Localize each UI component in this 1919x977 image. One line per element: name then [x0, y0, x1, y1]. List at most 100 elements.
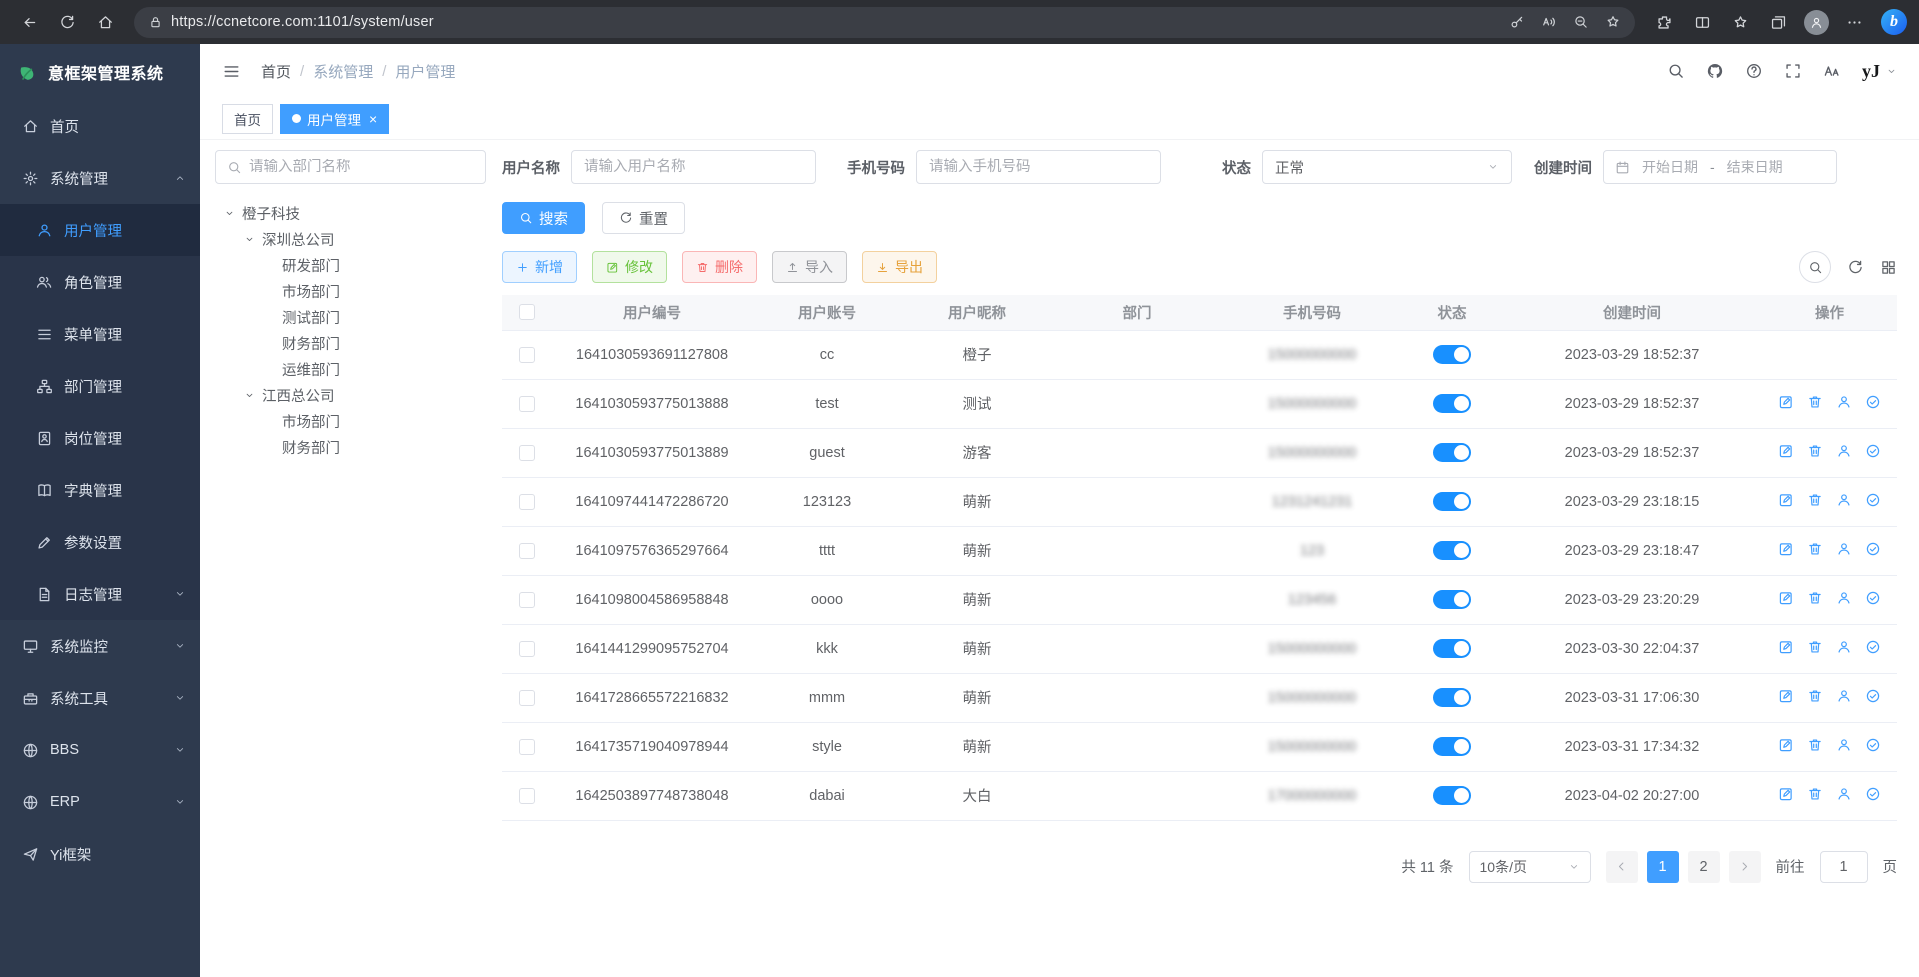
row-reset-password-button[interactable]: [1836, 394, 1852, 410]
browser-url-bar[interactable]: https://ccnetcore.com:1101/system/user: [134, 7, 1635, 38]
edit-user-button[interactable]: 修改: [592, 251, 667, 283]
url-text[interactable]: https://ccnetcore.com:1101/system/user: [171, 14, 1493, 30]
sidebar-item-erp[interactable]: ERP: [0, 776, 200, 828]
font-size-button[interactable]: [1823, 62, 1841, 80]
tree-node[interactable]: 财务部门: [215, 434, 486, 460]
zoom-out-icon[interactable]: [1573, 14, 1589, 30]
tree-node[interactable]: 江西总公司: [215, 382, 486, 408]
date-range-picker[interactable]: 开始日期 - 结束日期: [1603, 150, 1837, 184]
row-assign-role-button[interactable]: [1865, 541, 1881, 557]
export-button[interactable]: 导出: [862, 251, 937, 283]
reset-button[interactable]: 重置: [602, 202, 685, 234]
sidebar-item-param-settings[interactable]: 参数设置: [0, 516, 200, 568]
sidebar-item-menu-mgmt[interactable]: 菜单管理: [0, 308, 200, 360]
sidebar-item-dict-mgmt[interactable]: 字典管理: [0, 464, 200, 516]
row-delete-button[interactable]: [1807, 737, 1823, 753]
row-reset-password-button[interactable]: [1836, 639, 1852, 655]
row-assign-role-button[interactable]: [1865, 590, 1881, 606]
collections-button[interactable]: [1761, 5, 1795, 39]
row-reset-password-button[interactable]: [1836, 737, 1852, 753]
row-edit-button[interactable]: [1778, 492, 1794, 508]
browser-back-button[interactable]: [12, 5, 46, 39]
row-delete-button[interactable]: [1807, 443, 1823, 459]
collapse-sidebar-button[interactable]: [222, 62, 241, 81]
select-all-checkbox[interactable]: [519, 304, 535, 320]
row-edit-button[interactable]: [1778, 786, 1794, 802]
row-checkbox[interactable]: [519, 445, 535, 461]
row-checkbox[interactable]: [519, 592, 535, 608]
status-toggle[interactable]: [1433, 394, 1471, 413]
sidebar-item-bbs[interactable]: BBS: [0, 724, 200, 776]
page-button-1[interactable]: 1: [1647, 851, 1679, 883]
sidebar-item-log-mgmt[interactable]: 日志管理: [0, 568, 200, 620]
sidebar-item-system-mgmt[interactable]: 系统管理: [0, 152, 200, 204]
close-tab-icon[interactable]: ×: [369, 112, 377, 126]
caret-down-icon[interactable]: [241, 234, 257, 245]
add-user-button[interactable]: 新增: [502, 251, 577, 283]
search-button[interactable]: 搜索: [502, 202, 585, 234]
row-reset-password-button[interactable]: [1836, 443, 1852, 459]
fullscreen-button[interactable]: [1784, 62, 1802, 80]
username-input[interactable]: [571, 150, 816, 184]
row-reset-password-button[interactable]: [1836, 492, 1852, 508]
row-delete-button[interactable]: [1807, 639, 1823, 655]
tree-node[interactable]: 橙子科技: [215, 200, 486, 226]
browser-menu-button[interactable]: [1837, 5, 1871, 39]
page-size-select[interactable]: 10条/页: [1469, 851, 1591, 883]
tree-node[interactable]: 运维部门: [215, 356, 486, 382]
extensions-button[interactable]: [1647, 5, 1681, 39]
row-edit-button[interactable]: [1778, 541, 1794, 557]
caret-down-icon[interactable]: [221, 208, 237, 219]
tab-user-mgmt[interactable]: 用户管理×: [280, 104, 389, 134]
github-button[interactable]: [1706, 62, 1724, 80]
row-reset-password-button[interactable]: [1836, 541, 1852, 557]
add-favorite-icon[interactable]: [1605, 14, 1621, 30]
help-button[interactable]: [1745, 62, 1763, 80]
read-aloud-icon[interactable]: [1541, 14, 1557, 30]
password-key-icon[interactable]: [1509, 14, 1525, 30]
status-toggle[interactable]: [1433, 345, 1471, 364]
row-delete-button[interactable]: [1807, 394, 1823, 410]
status-toggle[interactable]: [1433, 786, 1471, 805]
row-delete-button[interactable]: [1807, 541, 1823, 557]
row-checkbox[interactable]: [519, 690, 535, 706]
status-toggle[interactable]: [1433, 590, 1471, 609]
tree-node[interactable]: 研发部门: [215, 252, 486, 278]
tree-node[interactable]: 深圳总公司: [215, 226, 486, 252]
row-checkbox[interactable]: [519, 494, 535, 510]
row-checkbox[interactable]: [519, 739, 535, 755]
row-delete-button[interactable]: [1807, 492, 1823, 508]
delete-user-button[interactable]: 删除: [682, 251, 757, 283]
row-assign-role-button[interactable]: [1865, 688, 1881, 704]
row-edit-button[interactable]: [1778, 639, 1794, 655]
row-edit-button[interactable]: [1778, 394, 1794, 410]
row-checkbox[interactable]: [519, 788, 535, 804]
phone-input[interactable]: [916, 150, 1161, 184]
row-checkbox[interactable]: [519, 641, 535, 657]
status-select[interactable]: 正常: [1262, 150, 1512, 184]
status-toggle[interactable]: [1433, 737, 1471, 756]
status-toggle[interactable]: [1433, 443, 1471, 462]
page-button-2[interactable]: 2: [1688, 851, 1720, 883]
row-edit-button[interactable]: [1778, 443, 1794, 459]
row-assign-role-button[interactable]: [1865, 786, 1881, 802]
row-edit-button[interactable]: [1778, 590, 1794, 606]
tab-home[interactable]: 首页: [222, 104, 273, 134]
department-search-input[interactable]: [249, 159, 474, 175]
sidebar-item-yi-framework[interactable]: Yi框架: [0, 828, 200, 880]
profile-button[interactable]: [1799, 5, 1833, 39]
row-reset-password-button[interactable]: [1836, 786, 1852, 802]
sidebar-item-system-tools[interactable]: 系统工具: [0, 672, 200, 724]
tree-node[interactable]: 测试部门: [215, 304, 486, 330]
split-screen-button[interactable]: [1685, 5, 1719, 39]
row-reset-password-button[interactable]: [1836, 688, 1852, 704]
prev-page-button[interactable]: [1606, 851, 1638, 883]
status-toggle[interactable]: [1433, 541, 1471, 560]
tree-node[interactable]: 市场部门: [215, 278, 486, 304]
sidebar-item-post-mgmt[interactable]: 岗位管理: [0, 412, 200, 464]
row-assign-role-button[interactable]: [1865, 443, 1881, 459]
browser-home-button[interactable]: [88, 5, 122, 39]
column-settings-button[interactable]: [1880, 259, 1897, 276]
caret-down-icon[interactable]: [241, 390, 257, 401]
status-toggle[interactable]: [1433, 639, 1471, 658]
